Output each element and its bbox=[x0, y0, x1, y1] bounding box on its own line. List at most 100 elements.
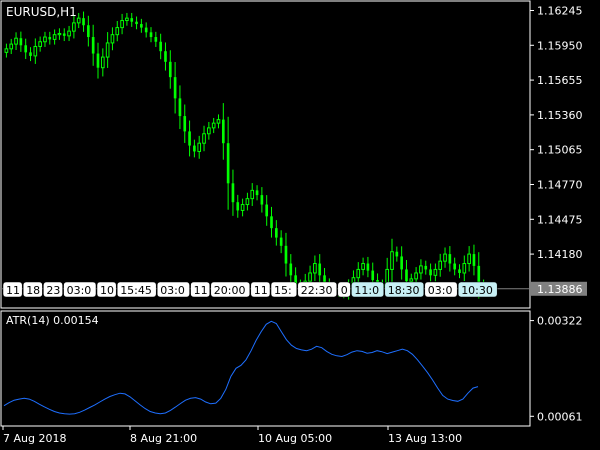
time-tag: 0 bbox=[337, 281, 351, 298]
atr-tick-label: 0.00061 bbox=[537, 410, 583, 423]
candle-body-down bbox=[289, 263, 293, 276]
time-tick-label: 10 Aug 05:00 bbox=[258, 432, 332, 445]
time-tag: 15:45 bbox=[116, 281, 157, 298]
candle-body-down bbox=[82, 18, 85, 26]
time-tag-label: 23 bbox=[46, 284, 60, 297]
candle-body-up bbox=[110, 34, 115, 44]
time-tag-label: 03:0 bbox=[67, 284, 92, 297]
candle-body-up bbox=[250, 189, 255, 200]
current-price-badge: 1.13886 bbox=[531, 281, 587, 296]
candle-body-down bbox=[405, 269, 408, 282]
time-tag-label: 03:0 bbox=[160, 284, 185, 297]
candle-body-up bbox=[216, 119, 221, 124]
candle-body-down bbox=[400, 256, 403, 270]
time-tag: 03:0 bbox=[63, 281, 97, 298]
candle-body-up bbox=[4, 48, 9, 53]
time-tag: 11 bbox=[250, 281, 271, 298]
candle-body-down bbox=[275, 228, 278, 238]
candle-body-up bbox=[14, 37, 18, 45]
time-tag-label: 11 bbox=[194, 284, 208, 297]
candle-body-up bbox=[409, 278, 414, 282]
candle-body-down bbox=[270, 216, 273, 229]
time-tag-label: 18 bbox=[26, 284, 40, 297]
price-tick-label: 1.16245 bbox=[537, 4, 583, 17]
candle-body-down bbox=[173, 77, 177, 99]
time-tag: 11 bbox=[2, 281, 23, 298]
time-tag: 03:0 bbox=[424, 281, 458, 298]
candle-body-down bbox=[96, 53, 100, 68]
candle-body-down bbox=[429, 269, 432, 276]
candle-body-up bbox=[105, 42, 110, 58]
candle-body-up bbox=[462, 263, 467, 274]
candle-body-up bbox=[419, 265, 423, 274]
time-tag: 10:30 bbox=[457, 281, 498, 298]
candle-body-down bbox=[91, 37, 95, 54]
time-tag: 22:30 bbox=[297, 281, 338, 298]
candle-body-down bbox=[318, 263, 322, 276]
candle-body-down bbox=[453, 263, 456, 270]
candle-body-down bbox=[265, 204, 269, 217]
time-tag-label: 10:30 bbox=[461, 284, 493, 297]
time-tag-label: 03:0 bbox=[428, 284, 453, 297]
candle-body-up bbox=[67, 30, 71, 37]
candle-body-up bbox=[443, 253, 447, 262]
price-tick-label: 1.15360 bbox=[537, 109, 583, 122]
candle-body-up bbox=[361, 263, 365, 270]
candle-body-up bbox=[33, 45, 38, 57]
candle-body-up bbox=[125, 17, 129, 22]
candle-body-down bbox=[140, 24, 143, 28]
candle-body-down bbox=[149, 32, 153, 38]
candle-body-down bbox=[164, 51, 167, 62]
candle-body-up bbox=[120, 20, 124, 29]
trading-chart[interactable]: 11 18 23 03:0 10 15:45 03:0 11 20:00 11 15: 22:30 0 1… bbox=[0, 0, 600, 450]
candle-body-up bbox=[9, 43, 14, 50]
time-tag-label: 11 bbox=[254, 284, 268, 297]
candle-body-down bbox=[424, 265, 428, 270]
candle-body-down bbox=[371, 270, 375, 281]
time-tag: 18:30 bbox=[384, 281, 425, 298]
candle-body-down bbox=[144, 27, 148, 33]
price-tick-label: 1.14770 bbox=[537, 178, 583, 191]
time-tick-label: 13 Aug 13:00 bbox=[388, 432, 462, 445]
candle-body-up bbox=[38, 41, 42, 47]
candle-body-down bbox=[193, 145, 196, 152]
candle-body-down bbox=[154, 37, 158, 42]
candle-body-down bbox=[395, 251, 399, 257]
candle-body-down bbox=[159, 41, 162, 52]
time-tag: 11:0 bbox=[351, 281, 385, 298]
time-tag: 23 bbox=[43, 281, 63, 298]
candle-body-up bbox=[202, 133, 206, 144]
candle-body-up bbox=[100, 56, 105, 69]
time-tag-label: 22:30 bbox=[301, 284, 333, 297]
candle-body-down bbox=[135, 21, 138, 25]
candle-body-down bbox=[168, 61, 172, 78]
candle-body-up bbox=[414, 272, 418, 280]
candle-body-up bbox=[115, 27, 120, 36]
chart-background bbox=[0, 0, 600, 450]
candle-body-down bbox=[130, 18, 134, 22]
time-tag-label: 10 bbox=[100, 284, 114, 297]
candle-body-down bbox=[366, 263, 370, 271]
candle-body-down bbox=[188, 131, 191, 146]
candle-body-up bbox=[308, 272, 312, 282]
candle-body-down bbox=[48, 37, 52, 40]
candle-body-up bbox=[197, 142, 202, 152]
time-tag-label: 18:30 bbox=[388, 284, 420, 297]
candle-body-up bbox=[438, 260, 443, 270]
candle-body-down bbox=[458, 269, 461, 273]
candle-body-up bbox=[57, 32, 62, 36]
time-tick-label: 7 Aug 2018 bbox=[3, 432, 66, 445]
candle-body-down bbox=[279, 237, 283, 246]
candle-body-down bbox=[231, 183, 235, 203]
candle-body-up bbox=[52, 34, 57, 40]
candle-body-down bbox=[284, 245, 288, 264]
price-tick-label: 1.15655 bbox=[537, 74, 583, 87]
candle-body-down bbox=[29, 52, 32, 56]
candle-body-up bbox=[356, 268, 361, 279]
time-tag: 15: bbox=[270, 281, 298, 298]
candle-body-down bbox=[221, 119, 225, 144]
candle-body-up bbox=[43, 36, 47, 43]
time-tag-label: 15:45 bbox=[120, 284, 152, 297]
candle-body-down bbox=[472, 254, 476, 266]
time-tag-label: 11 bbox=[6, 284, 20, 297]
